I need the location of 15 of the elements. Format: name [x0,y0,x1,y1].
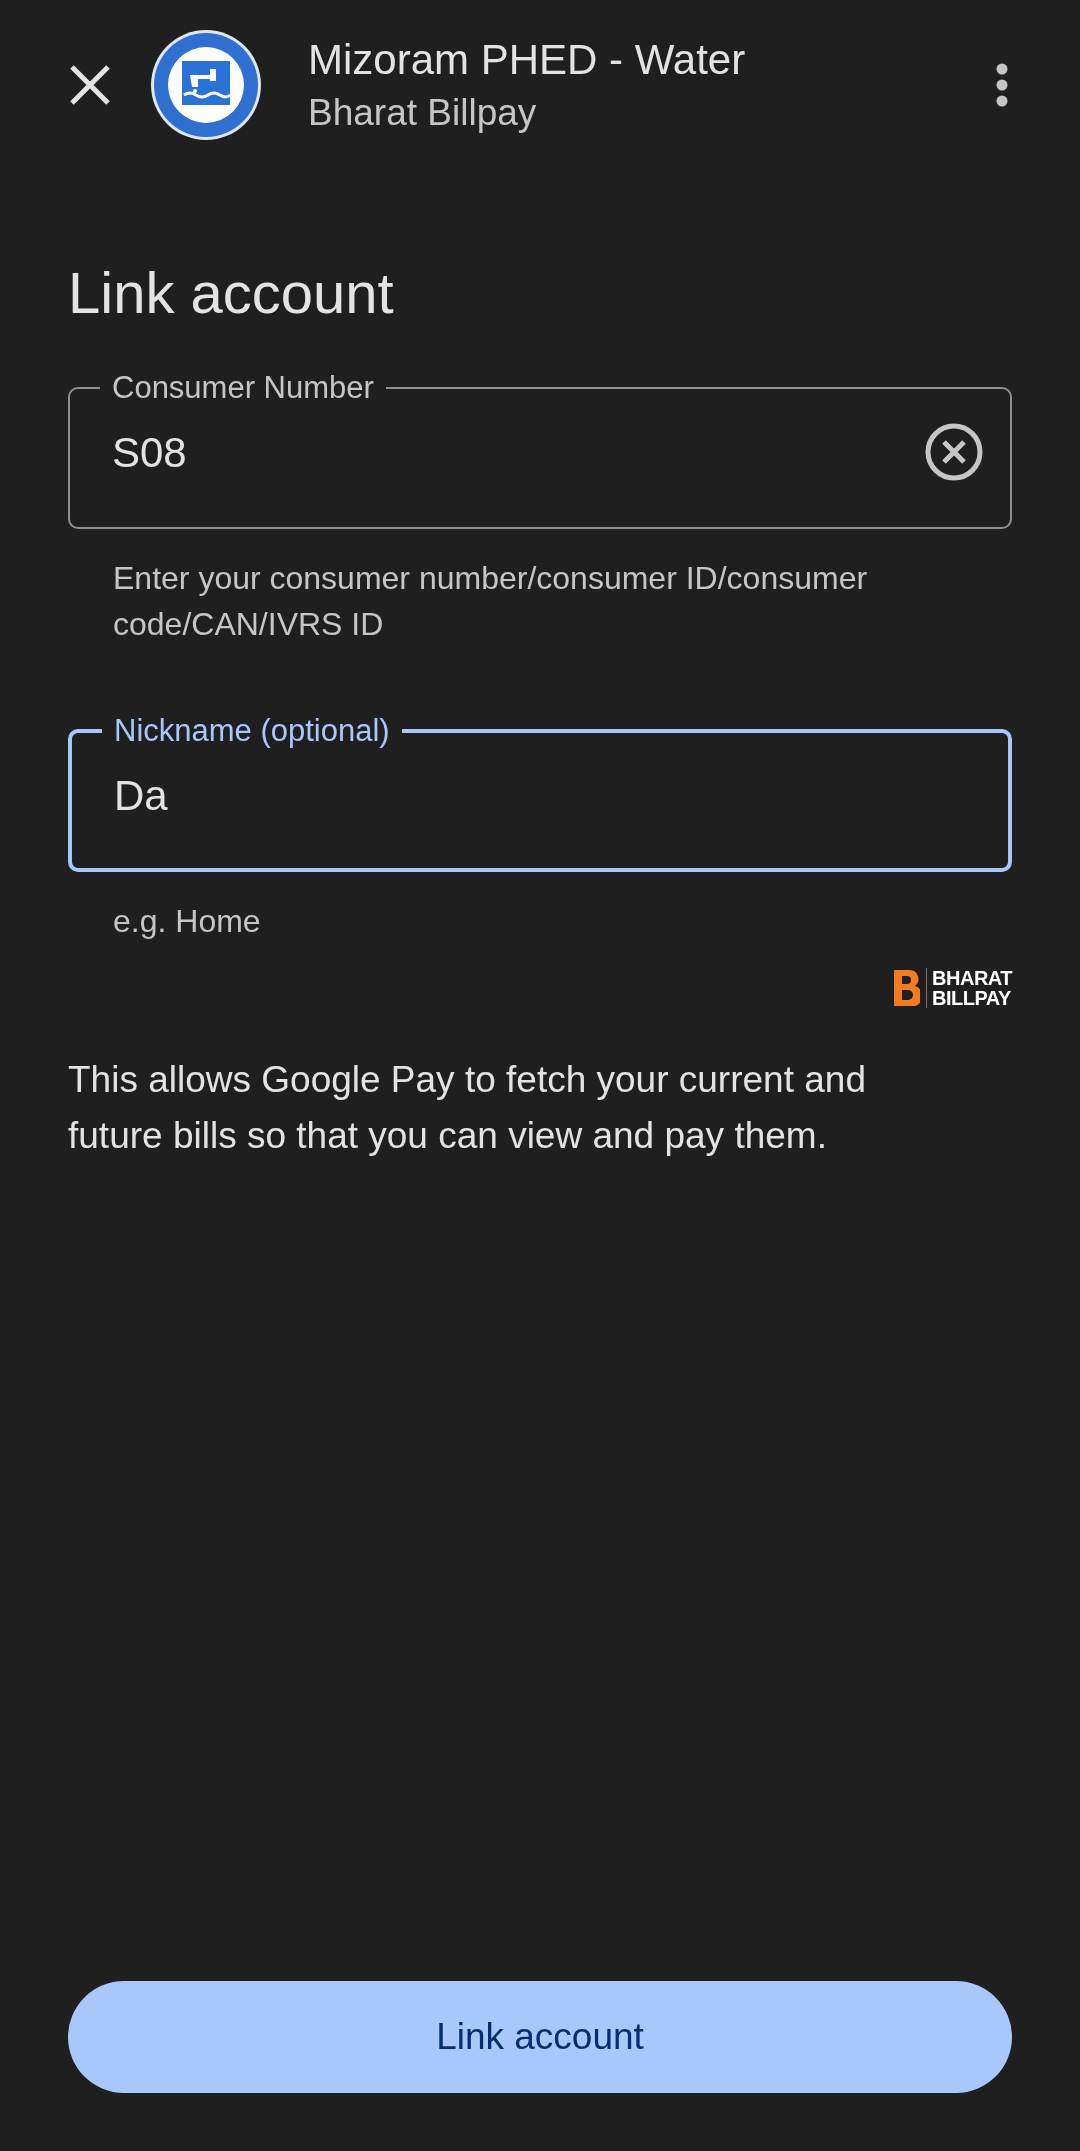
brand-wordmark: BHARAT BILLPAY [926,968,1012,1008]
helper-text: Enter your consumer number/consumer ID/consumer code/CAN/IVRS ID [112,559,869,644]
nickname-input[interactable]: Da [114,763,982,827]
page-subtitle: Bharat Billpay [308,91,538,135]
clear-icon[interactable] [924,422,984,482]
water-department-seal-icon [150,29,262,141]
consumer-number-field[interactable]: Consumer Number S08 [68,372,1012,529]
link-account-button[interactable]: Link account [68,1981,1012,2093]
nickname-field[interactable]: Nickname (optional) Da [68,715,1012,872]
description-text: This allows Google Pay to fetch your current and future bills so that you can view and pay them. [68,1058,867,1158]
helper-text: e.g. Home [112,902,262,941]
billpay-logo-icon [894,970,921,1006]
consumer-number-input[interactable]: S08 [112,420,924,484]
page-title: Mizoram PHED - Water [308,35,747,85]
section-heading: Link account [68,259,395,327]
